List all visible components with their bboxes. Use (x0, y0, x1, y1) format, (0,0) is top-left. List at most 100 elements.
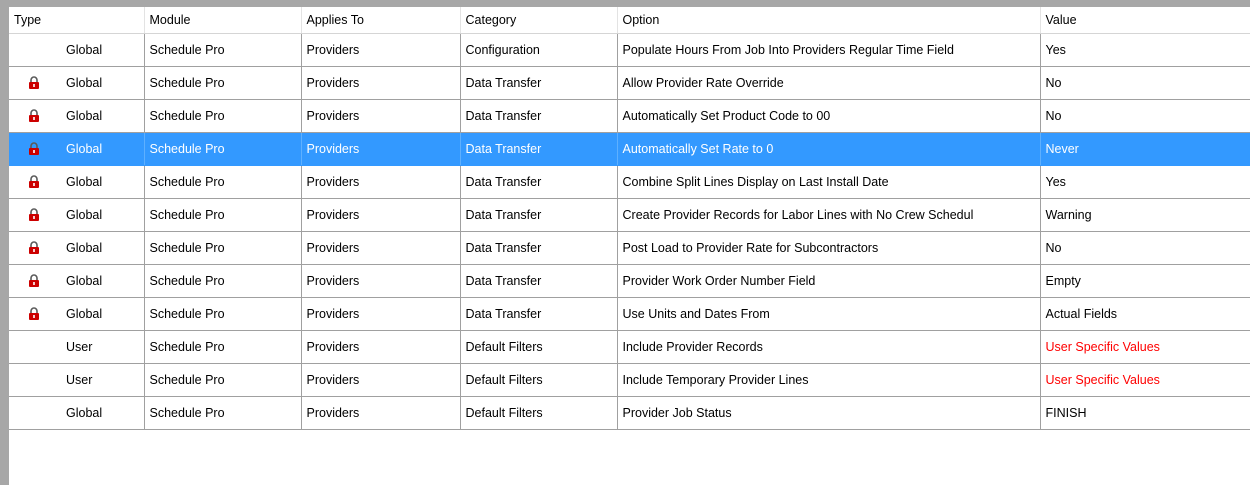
cell-category[interactable]: Data Transfer (460, 264, 618, 298)
cell-category[interactable]: Configuration (460, 33, 618, 67)
cell-module[interactable]: Schedule Pro (144, 363, 302, 397)
table-row[interactable]: Global Schedule Pro Providers Default Filte… (9, 396, 1250, 430)
cell-type[interactable]: Global (9, 132, 145, 166)
cell-value[interactable]: User Specific Values (1040, 330, 1250, 364)
cell-type[interactable]: Global (9, 165, 145, 199)
table-row[interactable]: Global Schedule Pro Providers Data Transfer… (9, 165, 1250, 199)
cell-value[interactable]: Warning (1040, 198, 1250, 232)
cell-type[interactable]: Global (9, 66, 145, 100)
cell-applies-to[interactable]: Providers (301, 363, 461, 397)
cell-type[interactable]: Global (9, 396, 145, 430)
table-row[interactable]: User Schedule Pro Providers Default Filters… (9, 363, 1250, 397)
cell-option[interactable]: Include Temporary Provider Lines (617, 363, 1041, 397)
cell-module[interactable]: Schedule Pro (144, 165, 302, 199)
type-label: User (66, 340, 93, 354)
cell-type[interactable]: Global (9, 297, 145, 331)
cell-module[interactable]: Schedule Pro (144, 396, 302, 430)
cell-value[interactable]: No (1040, 66, 1250, 100)
cell-option[interactable]: Automatically Set Rate to 0 (617, 132, 1041, 166)
cell-type[interactable]: Global (9, 264, 145, 298)
cell-option[interactable]: Post Load to Provider Rate for Subcontra… (617, 231, 1041, 265)
type-label: Global (66, 208, 103, 222)
type-label: Global (66, 76, 103, 90)
cell-type[interactable]: Global (9, 33, 145, 67)
column-header-option[interactable]: Option (617, 7, 1041, 34)
column-header-module[interactable]: Module (144, 7, 302, 34)
cell-category[interactable]: Data Transfer (460, 198, 618, 232)
cell-type[interactable]: User (9, 330, 145, 364)
cell-option[interactable]: Allow Provider Rate Override (617, 66, 1041, 100)
cell-module[interactable]: Schedule Pro (144, 330, 302, 364)
cell-module[interactable]: Schedule Pro (144, 198, 302, 232)
cell-category[interactable]: Data Transfer (460, 297, 618, 331)
cell-module[interactable]: Schedule Pro (144, 132, 302, 166)
cell-applies-to[interactable]: Providers (301, 231, 461, 265)
cell-value[interactable]: Actual Fields (1040, 297, 1250, 331)
cell-value[interactable]: Empty (1040, 264, 1250, 298)
cell-applies-to[interactable]: Providers (301, 66, 461, 100)
cell-applies-to[interactable]: Providers (301, 33, 461, 67)
table-row[interactable]: Global Schedule Pro Providers Data Transfer… (9, 99, 1250, 133)
cell-module[interactable]: Schedule Pro (144, 297, 302, 331)
cell-category[interactable]: Data Transfer (460, 132, 618, 166)
cell-category[interactable]: Default Filters (460, 363, 618, 397)
cell-option[interactable]: Include Provider Records (617, 330, 1041, 364)
cell-category[interactable]: Data Transfer (460, 66, 618, 100)
cell-option[interactable]: Populate Hours From Job Into Providers R… (617, 33, 1041, 67)
table-row[interactable]: Global Schedule Pro Providers Data Transfer… (9, 231, 1250, 265)
cell-option[interactable]: Provider Work Order Number Field (617, 264, 1041, 298)
cell-applies-to[interactable]: Providers (301, 132, 461, 166)
table-row[interactable]: Global Schedule Pro Providers Data Transfer… (9, 297, 1250, 331)
settings-grid-frame: Type Module Applies To Category Option V… (0, 0, 1250, 485)
cell-applies-to[interactable]: Providers (301, 396, 461, 430)
cell-applies-to[interactable]: Providers (301, 99, 461, 133)
cell-type[interactable]: User (9, 363, 145, 397)
cell-value[interactable]: User Specific Values (1040, 363, 1250, 397)
cell-option[interactable]: Provider Job Status (617, 396, 1041, 430)
cell-value[interactable]: Yes (1040, 33, 1250, 67)
cell-option[interactable]: Use Units and Dates From (617, 297, 1041, 331)
type-label: User (66, 373, 93, 387)
cell-category[interactable]: Default Filters (460, 330, 618, 364)
cell-value[interactable]: Never (1040, 132, 1250, 166)
cell-applies-to[interactable]: Providers (301, 297, 461, 331)
table-row[interactable]: Global Schedule Pro Providers Configuration… (9, 33, 1250, 67)
cell-value[interactable]: FINISH (1040, 396, 1250, 430)
cell-module[interactable]: Schedule Pro (144, 231, 302, 265)
cell-module[interactable]: Schedule Pro (144, 99, 302, 133)
cell-category[interactable]: Data Transfer (460, 99, 618, 133)
cell-type[interactable]: Global (9, 231, 145, 265)
type-label: Global (66, 43, 103, 57)
cell-category[interactable]: Data Transfer (460, 231, 618, 265)
lock-icon (28, 307, 40, 320)
cell-option[interactable]: Create Provider Records for Labor Lines … (617, 198, 1041, 232)
cell-value[interactable]: No (1040, 99, 1250, 133)
cell-applies-to[interactable]: Providers (301, 165, 461, 199)
table-row[interactable]: Global Schedule Pro Providers Data Transfer… (9, 66, 1250, 100)
lock-icon (28, 274, 40, 287)
cell-module[interactable]: Schedule Pro (144, 33, 302, 67)
column-header-applies-to[interactable]: Applies To (301, 7, 461, 34)
cell-module[interactable]: Schedule Pro (144, 66, 302, 100)
column-header-value[interactable]: Value (1040, 7, 1250, 34)
cell-category[interactable]: Default Filters (460, 396, 618, 430)
column-header-category[interactable]: Category (460, 7, 618, 34)
cell-value[interactable]: No (1040, 231, 1250, 265)
cell-value[interactable]: Yes (1040, 165, 1250, 199)
table-row[interactable]: Global Schedule Pro Providers Data Transfer… (9, 264, 1250, 298)
column-header-type[interactable]: Type (9, 7, 145, 34)
settings-grid[interactable]: Type Module Applies To Category Option V… (9, 7, 1250, 430)
cell-applies-to[interactable]: Providers (301, 330, 461, 364)
cell-module[interactable]: Schedule Pro (144, 264, 302, 298)
cell-type[interactable]: Global (9, 99, 145, 133)
table-row[interactable]: User Schedule Pro Providers Default Filters… (9, 330, 1250, 364)
table-row[interactable]: Global Schedule Pro Providers Data Transfer… (9, 132, 1250, 166)
cell-applies-to[interactable]: Providers (301, 198, 461, 232)
table-row[interactable]: Global Schedule Pro Providers Data Transfer… (9, 198, 1250, 232)
cell-option[interactable]: Automatically Set Product Code to 00 (617, 99, 1041, 133)
type-label: Global (66, 274, 103, 288)
cell-option[interactable]: Combine Split Lines Display on Last Inst… (617, 165, 1041, 199)
cell-type[interactable]: Global (9, 198, 145, 232)
cell-category[interactable]: Data Transfer (460, 165, 618, 199)
cell-applies-to[interactable]: Providers (301, 264, 461, 298)
